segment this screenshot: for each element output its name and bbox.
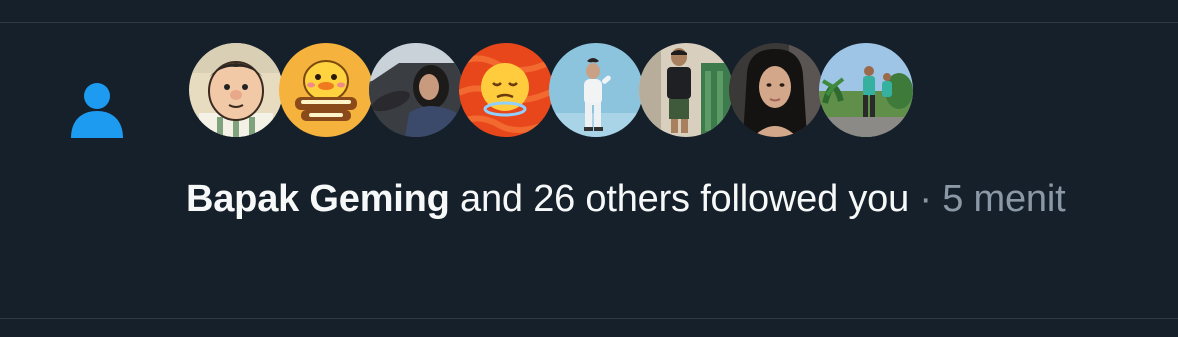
separator-dot: · <box>909 178 943 220</box>
duck-logo-avatar[interactable] <box>279 43 373 137</box>
sleepy-emoji-avatar[interactable] <box>459 43 553 137</box>
car-driver-photo-avatar[interactable] <box>369 43 463 137</box>
portrait-photo-avatar[interactable] <box>729 43 823 137</box>
bottom-divider <box>0 318 1178 319</box>
notification-text: Bapak Geming and 26 others followed you … <box>186 171 1136 227</box>
actor-name-link[interactable]: Bapak Geming <box>186 178 450 220</box>
cartoon-boy-avatar[interactable] <box>189 43 283 137</box>
mirror-selfie-photo-avatar[interactable] <box>639 43 733 137</box>
white-outfit-photo-avatar[interactable] <box>549 43 643 137</box>
person-icon <box>71 83 123 138</box>
timestamp: 5 menit <box>942 178 1066 220</box>
runner-photo-avatar[interactable] <box>819 43 913 137</box>
action-text: and 26 others followed you <box>449 178 910 220</box>
follower-avatars <box>189 43 919 137</box>
